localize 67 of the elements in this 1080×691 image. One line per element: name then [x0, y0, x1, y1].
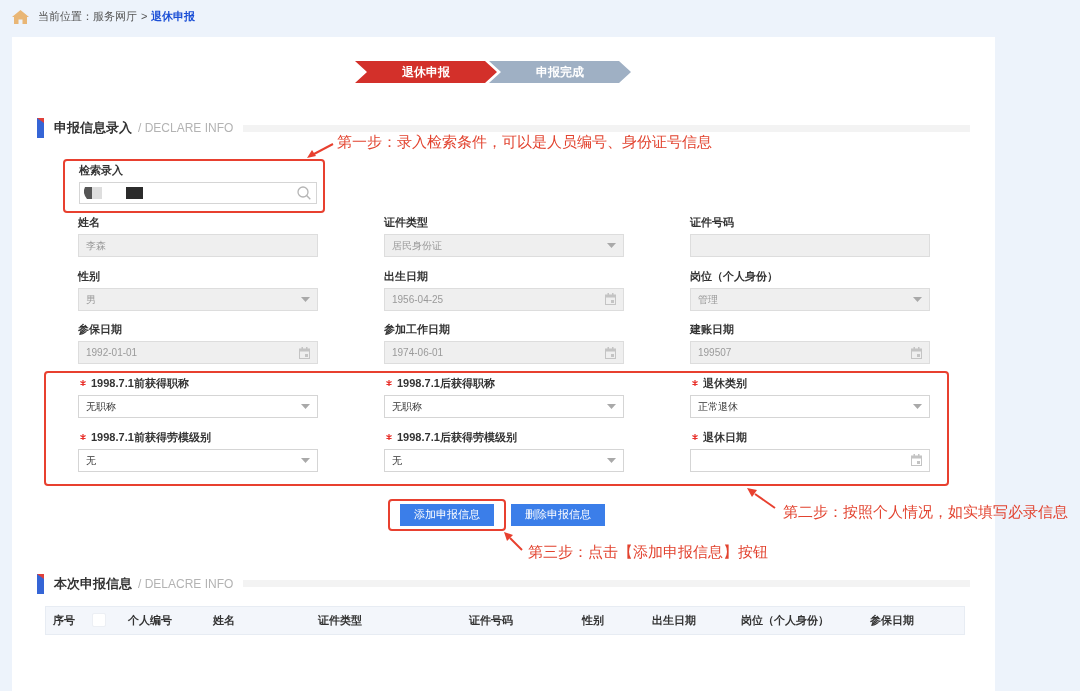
field-label: 姓名: [78, 215, 100, 230]
field-label: 退休日期: [703, 429, 747, 445]
calendar-icon: [605, 293, 616, 305]
accent-bar-icon: [37, 573, 44, 594]
action-button[interactable]: 删除申报信息: [511, 503, 605, 526]
field-label: 性别: [78, 268, 100, 284]
caret-icon: [607, 457, 616, 463]
field-label: 1998.7.1前获得职称: [91, 376, 189, 391]
progress-step: 申报完成: [489, 61, 631, 83]
field-label: 参加工作日期: [384, 322, 450, 337]
section-subtitle: / DECLARE INFO: [138, 120, 234, 137]
caret-icon: [301, 296, 310, 302]
select-field[interactable]: 无职称: [78, 395, 318, 418]
calendar-icon: [299, 346, 310, 359]
search-icon: [297, 186, 311, 200]
field-label: 证件号码: [690, 215, 734, 230]
select-field[interactable]: 无: [78, 448, 318, 472]
breadcrumb-link[interactable]: 服务网厅: [93, 8, 137, 25]
column-header: 序号: [53, 612, 75, 628]
breadcrumb-label: 当前位置：: [38, 9, 93, 25]
annotation-text: 第一步：录入检索条件，可以是人员编号、身份证号信息: [337, 133, 712, 151]
accent-bar-icon: [37, 118, 44, 138]
column-header: 参保日期: [870, 612, 914, 628]
column-header: 性别: [582, 612, 604, 628]
caret-icon: [607, 404, 616, 409]
caret-icon: [301, 457, 310, 463]
breadcrumb-link[interactable]: 退休申报: [151, 8, 196, 25]
breadcrumb-separator: >: [141, 9, 148, 25]
field-label: 1998.7.1前获得劳模级别: [91, 429, 211, 445]
column-header: 证件号码: [469, 612, 513, 628]
action-button[interactable]: 添加申报信息: [400, 503, 494, 526]
progress-step: 退休申报: [355, 61, 497, 83]
caret-icon: [913, 296, 922, 302]
field-label: 出生日期: [384, 268, 428, 284]
field-label: 1998.7.1后获得职称: [397, 376, 495, 391]
redaction-icon: [82, 187, 144, 199]
select-field[interactable]: 无: [384, 448, 624, 472]
select-field[interactable]: 无职称: [384, 395, 624, 418]
search-field[interactable]: [79, 182, 317, 204]
calendar-icon: [911, 454, 922, 466]
column-header: 姓名: [213, 612, 235, 628]
section-title: 申报信息录入: [54, 119, 132, 138]
calendar-icon: [605, 346, 616, 359]
caret-icon: [913, 404, 922, 409]
arrow-icon: [503, 532, 523, 551]
caret-icon: [301, 404, 310, 409]
caret-icon: [607, 243, 616, 248]
section-subtitle: / DELACRE INFO: [138, 575, 234, 593]
field-label: 退休类别: [703, 376, 747, 391]
column-header: 个人编号: [128, 612, 172, 628]
select-field[interactable]: 正常退休: [690, 395, 930, 418]
date-field[interactable]: [690, 448, 930, 472]
section-title: 本次申报信息: [54, 574, 132, 593]
column-header: 证件类型: [318, 612, 362, 628]
column-header: 岗位（个人身份）: [741, 612, 829, 628]
field-label: 检索录入: [79, 162, 123, 178]
field-label: 1998.7.1后获得劳模级别: [397, 429, 517, 445]
column-header: 出生日期: [652, 612, 696, 628]
annotation-text: 第三步：点击【添加申报信息】按钮: [528, 543, 768, 561]
field-label: 参保日期: [78, 322, 122, 337]
field-label: 建账日期: [690, 322, 734, 337]
home-icon: [12, 9, 29, 24]
field-label: 证件类型: [384, 215, 428, 230]
arrow-icon: [746, 487, 776, 509]
annotation-text: 第二步：按照个人情况，如实填写必录信息: [783, 503, 1068, 521]
field-label: 岗位（个人身份）: [690, 268, 778, 284]
calendar-icon: [911, 346, 922, 359]
